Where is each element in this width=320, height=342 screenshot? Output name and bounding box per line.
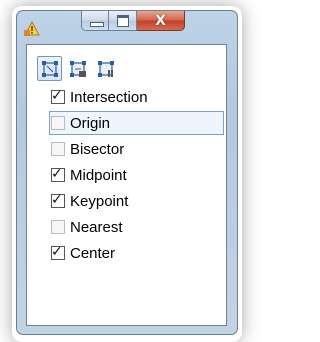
snap-item-keypoint[interactable]: ✓ Keypoint	[45, 189, 227, 215]
app-warning-icon	[24, 20, 40, 37]
intersection-checkbox[interactable]: ✓	[51, 88, 65, 104]
osnap-window: X ✓ Intersection Origin Bisector ✓ Midpo…	[16, 10, 238, 335]
snap-item-label: Bisector	[70, 141, 125, 158]
nearest-checkbox[interactable]	[51, 220, 65, 234]
minimize-icon	[90, 22, 104, 27]
snap-edge-button[interactable]	[93, 56, 118, 81]
snap-item-label: Keypoint	[70, 193, 129, 210]
snap-item-label: Intersection	[70, 89, 148, 106]
snap-item-bisector[interactable]: Bisector	[45, 137, 227, 163]
minimize-button[interactable]	[81, 11, 109, 31]
snap-item-origin[interactable]: Origin	[45, 111, 227, 137]
close-button[interactable]: X	[137, 11, 185, 31]
check-icon: ✓	[51, 244, 63, 260]
snap-edge-icon	[98, 61, 114, 77]
bisector-checkbox[interactable]	[51, 142, 65, 156]
snap-all-button[interactable]	[37, 56, 62, 81]
snap-item-center[interactable]: ✓ Center	[45, 241, 227, 267]
snap-partial-button[interactable]	[65, 56, 90, 81]
snap-item-label: Nearest	[70, 219, 123, 236]
check-icon: ✓	[51, 166, 63, 182]
snap-panel: ✓ Intersection Origin Bisector ✓ Midpoin…	[26, 44, 227, 326]
check-icon: ✓	[51, 192, 63, 208]
keypoint-checkbox[interactable]: ✓	[51, 192, 65, 208]
snap-partial-icon	[70, 61, 86, 77]
origin-checkbox[interactable]	[51, 116, 65, 130]
snap-item-label: Origin	[70, 115, 111, 132]
check-icon: ✓	[51, 88, 63, 104]
snap-toolbar	[37, 54, 147, 84]
snap-item-label: Midpoint	[70, 167, 127, 184]
snap-all-icon	[42, 61, 58, 77]
close-icon: X	[155, 13, 166, 29]
center-checkbox[interactable]: ✓	[51, 244, 65, 260]
snap-item-label: Center	[70, 245, 116, 262]
snap-item-nearest[interactable]: Nearest	[45, 215, 227, 241]
snap-item-intersection[interactable]: ✓ Intersection	[45, 85, 227, 111]
midpoint-checkbox[interactable]: ✓	[51, 166, 65, 182]
title-bar[interactable]: X	[17, 11, 237, 43]
maximize-icon	[117, 15, 129, 27]
snap-item-midpoint[interactable]: ✓ Midpoint	[45, 163, 227, 189]
maximize-button[interactable]	[109, 11, 137, 31]
